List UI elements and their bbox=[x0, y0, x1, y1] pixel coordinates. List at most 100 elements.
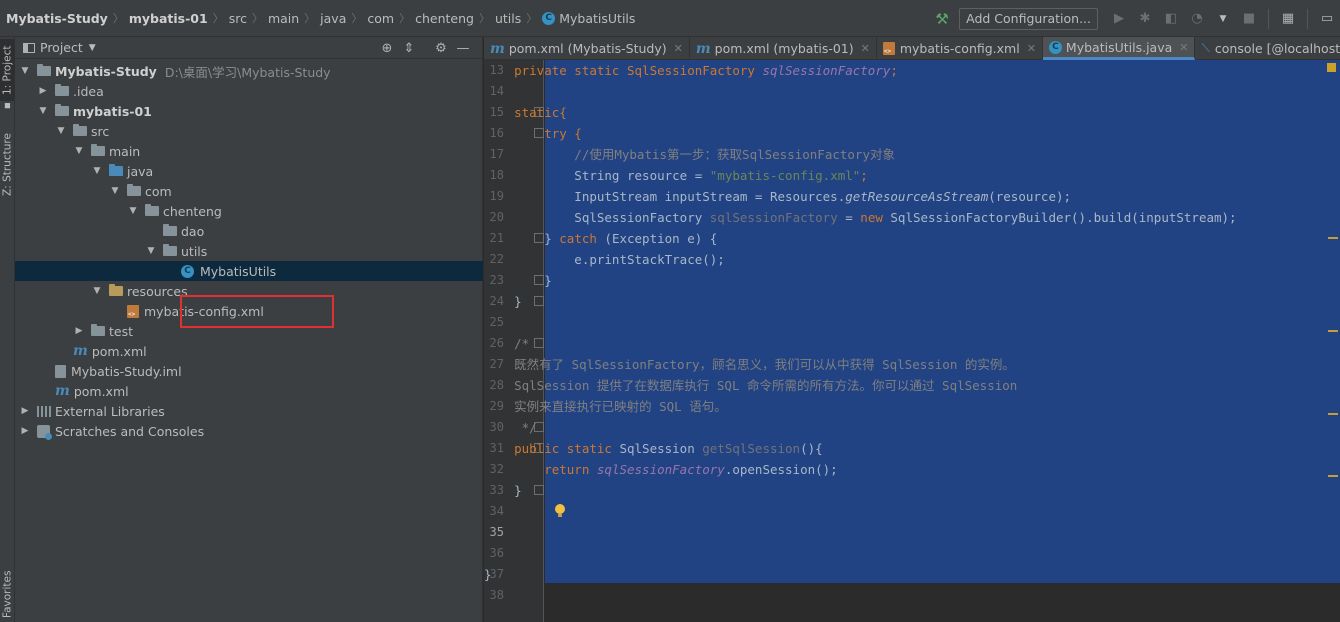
tree-item[interactable]: mybatis-config.xml bbox=[15, 301, 483, 321]
code-line: /* bbox=[484, 336, 530, 351]
warning-indicator-icon[interactable] bbox=[1327, 63, 1336, 72]
line-number: 34 bbox=[489, 504, 504, 518]
collapse-arrow-icon[interactable]: ▶ bbox=[73, 326, 85, 336]
folder-icon bbox=[91, 324, 105, 336]
run-icon[interactable]: ▶ bbox=[1108, 8, 1130, 30]
tree-item-label: External Libraries bbox=[55, 403, 165, 419]
build-hammer-icon[interactable]: ⚒ bbox=[931, 8, 953, 30]
java-class-icon: C bbox=[542, 11, 556, 25]
tree-item[interactable]: ▼ chenteng bbox=[15, 201, 483, 221]
tree-item[interactable]: m pom.xml bbox=[15, 381, 483, 401]
console-icon: ⟍ bbox=[1201, 41, 1210, 55]
breadcrumb-item[interactable]: com bbox=[367, 11, 394, 26]
tree-item-label: Mybatis-Study bbox=[55, 63, 157, 79]
structure-tool-tab[interactable]: Z: Structure bbox=[0, 125, 15, 205]
collapse-arrow-icon[interactable]: ▶ bbox=[19, 406, 31, 416]
tree-item[interactable]: dao bbox=[15, 221, 483, 241]
project-tool-tab[interactable]: 1: Project bbox=[0, 39, 15, 101]
tab-pom-mybatis-01[interactable]: m pom.xml (mybatis-01) ✕ bbox=[690, 37, 877, 60]
project-structure-icon[interactable]: ▦ bbox=[1277, 8, 1299, 30]
close-icon[interactable]: ✕ bbox=[674, 42, 683, 55]
tree-item[interactable]: ▶ .idea bbox=[15, 81, 483, 101]
expand-arrow-icon[interactable]: ▼ bbox=[73, 146, 85, 156]
favorites-tool-tab[interactable]: Favorites bbox=[0, 567, 15, 621]
tree-item[interactable]: ▼ src bbox=[15, 121, 483, 141]
breadcrumb-item-label: MybatisUtils bbox=[559, 10, 636, 26]
breadcrumb-item[interactable]: chenteng bbox=[415, 11, 474, 26]
breadcrumb-item-class[interactable]: C MybatisUtils bbox=[542, 11, 635, 26]
tree-item[interactable]: ▼ java bbox=[15, 161, 483, 181]
tree-item[interactable]: ▶ Scratches and Consoles bbox=[15, 421, 483, 441]
tab-mybatis-config[interactable]: mybatis-config.xml ✕ bbox=[877, 37, 1043, 60]
expand-arrow-icon[interactable]: ▼ bbox=[55, 126, 67, 136]
expand-arrow-icon[interactable]: ▼ bbox=[127, 206, 139, 216]
tree-item[interactable]: ▼ Mybatis-Study D:\桌面\学习\Mybatis-Study bbox=[15, 61, 483, 81]
tree-item[interactable]: ▼ utils bbox=[15, 241, 483, 261]
chevron-right-icon: 〉 bbox=[251, 12, 263, 25]
project-tree: ▼ Mybatis-Study D:\桌面\学习\Mybatis-Study ▶… bbox=[15, 61, 483, 441]
tree-item[interactable]: ▶ test bbox=[15, 321, 483, 341]
expand-arrow-icon[interactable]: ▼ bbox=[19, 66, 31, 76]
toolbar-separator bbox=[1307, 8, 1308, 29]
tab-pom-mybatis-study[interactable]: m pom.xml (Mybatis-Study) ✕ bbox=[484, 37, 690, 60]
gear-icon[interactable]: ⚙ bbox=[430, 41, 452, 56]
breadcrumb-item[interactable]: Mybatis-Study bbox=[6, 11, 108, 26]
tree-item[interactable]: ▼ main bbox=[15, 141, 483, 161]
hide-icon[interactable]: — bbox=[452, 41, 474, 56]
warning-mark[interactable] bbox=[1328, 413, 1338, 415]
collapse-arrow-icon[interactable]: ▶ bbox=[37, 86, 49, 96]
add-configuration-button[interactable]: Add Configuration... bbox=[959, 7, 1098, 30]
code-editor[interactable]: 13 14 15 16 17 18 19 20 21 22 23 24 25 2… bbox=[484, 60, 1340, 622]
tree-item[interactable]: ▼ mybatis-01 bbox=[15, 101, 483, 121]
expand-arrow-icon[interactable]: ▼ bbox=[37, 106, 49, 116]
xml-file-icon bbox=[882, 42, 895, 55]
debug-icon[interactable]: ✱ bbox=[1134, 8, 1156, 30]
stop-icon[interactable]: ■ bbox=[1238, 8, 1260, 30]
close-icon[interactable]: ✕ bbox=[1179, 41, 1188, 54]
java-class-icon: C bbox=[181, 264, 194, 278]
warning-mark[interactable] bbox=[1328, 330, 1338, 332]
tab-mybatis-utils[interactable]: C MybatisUtils.java ✕ bbox=[1042, 37, 1196, 60]
tab-label: MybatisUtils.java bbox=[1065, 39, 1173, 55]
collapse-all-icon[interactable]: ⇕ bbox=[398, 41, 420, 56]
expand-arrow-icon[interactable]: ▼ bbox=[91, 286, 103, 296]
package-icon bbox=[163, 224, 177, 236]
tab-label: mybatis-config.xml bbox=[899, 41, 1020, 56]
tree-item-selected[interactable]: C MybatisUtils bbox=[15, 261, 483, 281]
tree-item[interactable]: m pom.xml bbox=[15, 341, 483, 361]
chevron-down-icon[interactable]: ▼ bbox=[89, 43, 96, 53]
code-line: e.printStackTrace(); bbox=[484, 252, 725, 267]
tree-item-label: com bbox=[145, 183, 172, 199]
tree-item-label: test bbox=[109, 323, 134, 339]
warning-mark[interactable] bbox=[1328, 237, 1338, 239]
layout-icon[interactable]: ▭ bbox=[1316, 8, 1338, 30]
breadcrumb-item[interactable]: java bbox=[320, 11, 346, 26]
breadcrumb-item[interactable]: main bbox=[268, 11, 299, 26]
tree-item[interactable]: Mybatis-Study.iml bbox=[15, 361, 483, 381]
breadcrumb-item[interactable]: mybatis-01 bbox=[129, 11, 208, 26]
collapse-arrow-icon[interactable]: ▶ bbox=[19, 426, 31, 436]
error-stripe[interactable] bbox=[1326, 60, 1340, 622]
project-panel-title[interactable]: Project bbox=[40, 40, 83, 55]
code-line: } bbox=[484, 567, 492, 582]
tree-item-label: .idea bbox=[73, 83, 104, 99]
coverage-icon[interactable]: ◧ bbox=[1160, 8, 1182, 30]
expand-arrow-icon[interactable]: ▼ bbox=[91, 166, 103, 176]
close-icon[interactable]: ✕ bbox=[861, 42, 870, 55]
tree-item[interactable]: ▼ com bbox=[15, 181, 483, 201]
expand-arrow-icon[interactable]: ▼ bbox=[109, 186, 121, 196]
profile-icon[interactable]: ◔ bbox=[1186, 8, 1208, 30]
expand-arrow-icon[interactable]: ▼ bbox=[145, 246, 157, 256]
tree-item[interactable]: ▶ External Libraries bbox=[15, 401, 483, 421]
close-icon[interactable]: ✕ bbox=[1027, 42, 1036, 55]
tree-item[interactable]: ▼ resources bbox=[15, 281, 483, 301]
warning-mark[interactable] bbox=[1328, 475, 1338, 477]
breadcrumb-item[interactable]: src bbox=[229, 11, 247, 26]
chevron-down-icon[interactable]: ▼ bbox=[1212, 8, 1234, 30]
breadcrumb-item[interactable]: utils bbox=[495, 11, 521, 26]
lightbulb-icon[interactable] bbox=[554, 504, 566, 518]
tab-console[interactable]: ⟍ console [@localhost] bbox=[1195, 37, 1340, 60]
package-icon bbox=[127, 184, 141, 196]
code-line: private static SqlSessionFactory sqlSess… bbox=[484, 63, 898, 78]
locate-icon[interactable]: ⊕ bbox=[376, 41, 398, 56]
